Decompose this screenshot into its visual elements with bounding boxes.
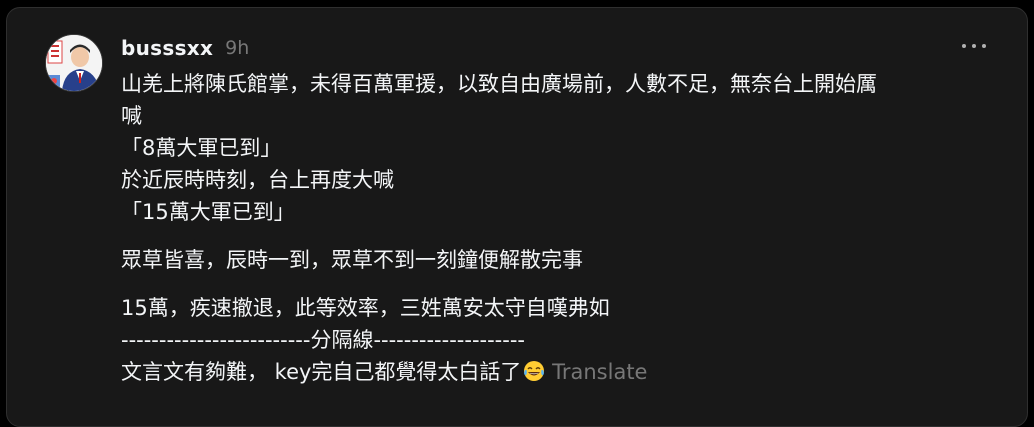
post-text-line: 喊 bbox=[121, 104, 142, 128]
profile-picture-icon bbox=[46, 35, 102, 91]
more-dot bbox=[962, 44, 966, 48]
tears-of-joy-emoji-icon bbox=[523, 359, 545, 381]
post-text-line: 「15萬大軍已到」 bbox=[121, 200, 295, 224]
post-card: busssxx 9h 山羌上將陳氏館掌，未得百萬軍援，以致自由廣場前，人數不足，… bbox=[6, 7, 1028, 427]
post-body: 山羌上將陳氏館掌，未得百萬軍援，以致自由廣場前，人數不足，無奈台上開始厲 喊 「… bbox=[121, 68, 1001, 388]
post-text-line: 於近辰時時刻，台上再度大喊 bbox=[121, 168, 394, 192]
more-dot bbox=[982, 44, 986, 48]
translate-link[interactable]: Translate bbox=[552, 360, 647, 384]
post-text-line: 山羌上將陳氏館掌，未得百萬軍援，以致自由廣場前，人數不足，無奈台上開始厲 bbox=[121, 72, 877, 96]
more-options-icon[interactable] bbox=[962, 40, 986, 52]
avatar[interactable] bbox=[45, 34, 103, 92]
username[interactable]: busssxx bbox=[121, 36, 213, 60]
post-last-line: 文言文有夠難， key完自己都覺得太白話了 Translate bbox=[121, 356, 1001, 388]
more-dot bbox=[972, 44, 976, 48]
post-text-line: 眾草皆喜，辰時一到，眾草不到一刻鐘便解散完事 bbox=[121, 248, 583, 272]
post-text-line: 15萬，疾速撤退，此等效率，三姓萬安太守自嘆弗如 bbox=[121, 296, 610, 320]
post-header: busssxx 9h bbox=[121, 34, 249, 62]
post-text-line: 「8萬大軍已到」 bbox=[121, 136, 282, 160]
post-timestamp[interactable]: 9h bbox=[225, 37, 249, 59]
post-text-segment: 文言文有夠難， key完自己都覺得太白話了 bbox=[121, 360, 522, 384]
divider-line: -------------------------分隔線------------… bbox=[121, 328, 525, 352]
